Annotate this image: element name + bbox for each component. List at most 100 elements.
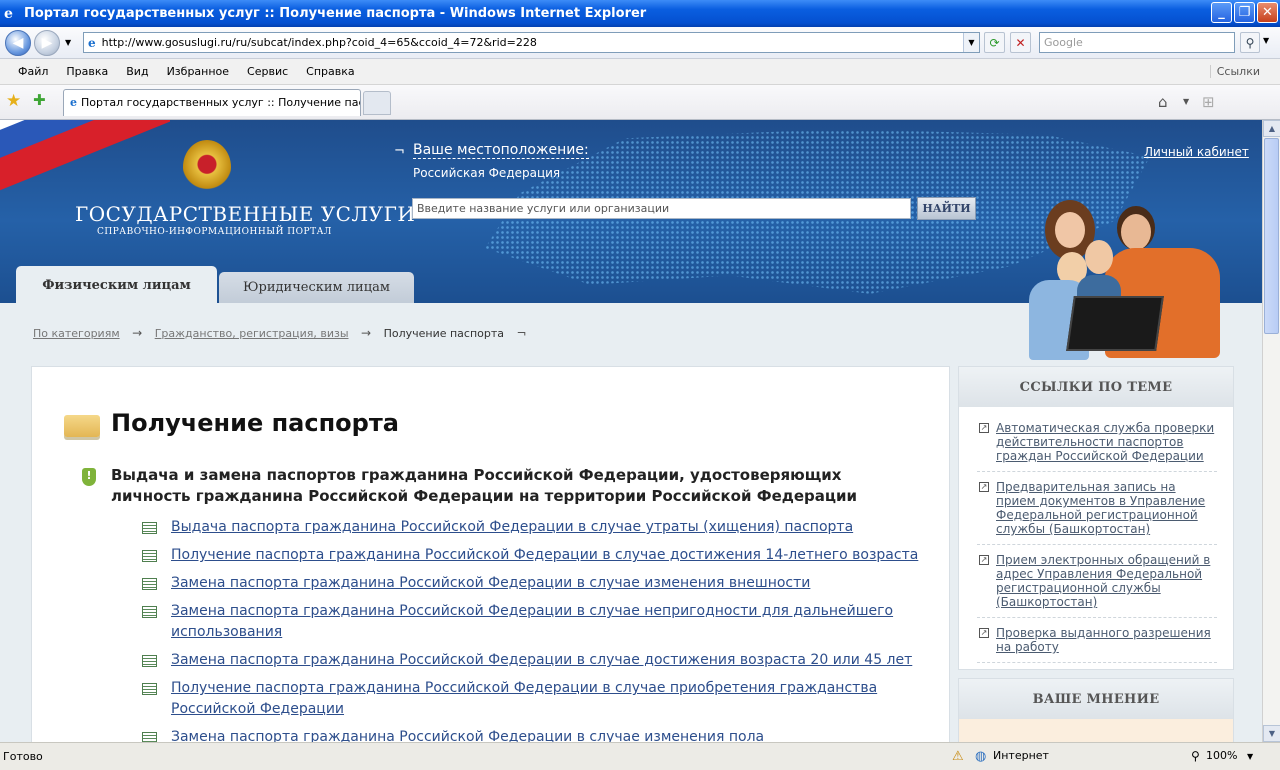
list-item: ↗ Предварительная запись на прием докумен… [977,480,1217,545]
exclamation-icon: ! [82,468,96,486]
ie-logo-icon: e [4,5,13,22]
new-tab-button[interactable] [363,91,391,115]
refresh-button[interactable]: ⟳ [984,32,1005,53]
url-field[interactable]: e http://www.gosuslugi.ru/ru/subcat/inde… [83,32,980,53]
related-link[interactable]: Прием электронных обращений в адрес Упра… [996,553,1210,609]
family-photo [1005,200,1245,366]
forward-button[interactable]: ▶ [34,29,60,56]
favorites-star-icon[interactable]: ★ [6,91,21,111]
personal-cabinet-link[interactable]: Личный кабинет [1144,145,1249,159]
globe-icon: ◍ [975,749,987,764]
document-icon [142,522,157,534]
zoom-level[interactable]: 100% [1206,749,1237,762]
document-icon [142,606,157,618]
list-item: ↗ Проверка выданного разрешения на работу [977,626,1217,663]
opinion-title: ВАШЕ МНЕНИЕ [959,679,1233,719]
arrow-right-icon: → [132,326,143,340]
zoom-dropdown-icon[interactable]: ▼ [1247,752,1253,761]
location-selector[interactable]: Ваше местоположение: [413,142,589,159]
list-item: ↗ Прием электронных обращений в адрес Упр… [977,553,1217,618]
links-toolbar[interactable]: Ссылки [1209,65,1260,78]
menu-file[interactable]: Файл [18,65,48,78]
add-favorite-icon[interactable]: ✚ [33,91,46,109]
related-links-title: ССЫЛКИ ПО ТЕМЕ [959,367,1233,407]
url-dropdown-icon[interactable]: ▼ [963,33,979,52]
scroll-thumb[interactable] [1264,138,1279,334]
search-dropdown-icon[interactable]: ▼ [1263,36,1269,45]
flag-graphic [0,120,170,215]
list-item: Замена паспорта гражданина Российской Фе… [142,727,942,742]
opinion-panel: ВАШЕ МНЕНИЕ [958,678,1234,742]
page-icon: e [70,96,77,109]
breadcrumb-categories[interactable]: По категориям [33,327,120,340]
list-item: Получение паспорта гражданина Российской… [142,545,942,566]
related-link[interactable]: Проверка выданного разрешения на работу [996,626,1211,654]
maximize-button[interactable]: ❐ [1234,2,1255,23]
menu-tools[interactable]: Сервис [247,65,288,78]
section-title: Выдача и замена паспортов гражданина Рос… [111,466,858,505]
menu-help[interactable]: Справка [306,65,354,78]
tab-legal-entities[interactable]: Юридическим лицам [219,272,414,303]
site-search-input[interactable]: Введите название услуги или организации [412,198,911,219]
list-item: Замена паспорта гражданина Российской Фе… [142,573,942,594]
home-icon[interactable]: ⌂ [1158,93,1168,111]
search-input[interactable]: Google [1039,32,1235,53]
main-content: Получение паспорта ! Выдача и замена пас… [31,366,950,742]
status-bar: Готово ⚠ ◍ Интернет ⚲ 100% ▼ [0,742,1280,770]
home-dropdown-icon[interactable]: ▼ [1183,97,1189,106]
related-link[interactable]: Автоматическая служба проверки действите… [996,421,1214,463]
page-icon: e [88,35,96,50]
list-item: Замена паспорта гражданина Российской Фе… [142,650,942,671]
vertical-scrollbar[interactable]: ▲ ▼ [1262,120,1280,742]
service-link[interactable]: Замена паспорта гражданина Российской Фе… [171,575,810,591]
browser-window: e Портал государственных услуг :: Получе… [0,0,1280,770]
scroll-down-icon[interactable]: ▼ [1263,725,1280,742]
document-icon [142,683,157,695]
title-bar: e Портал государственных услуг :: Получе… [0,0,1280,27]
service-link[interactable]: Выдача паспорта гражданина Российской Фе… [171,519,853,535]
corner-arrow-icon: ¬ [394,144,405,159]
corner-arrow-icon: ¬ [516,326,527,340]
back-button[interactable]: ◀ [5,29,31,56]
list-item: ↗ Автоматическая служба проверки действит… [977,421,1217,472]
address-bar: ◀ ▶ ▼ e http://www.gosuslugi.ru/ru/subca… [0,27,1280,59]
minimize-button[interactable]: _ [1211,2,1232,23]
menu-favorites[interactable]: Избранное [167,65,229,78]
scroll-up-icon[interactable]: ▲ [1263,120,1280,137]
feeds-icon[interactable]: ⊞ [1202,93,1215,111]
zoom-icon[interactable]: ⚲ [1191,749,1200,763]
document-icon [142,550,157,562]
menu-edit[interactable]: Правка [66,65,108,78]
service-link[interactable]: Замена паспорта гражданина Российской Фе… [171,603,893,640]
tab-individuals[interactable]: Физическим лицам [16,266,217,303]
menu-view[interactable]: Вид [126,65,148,78]
breadcrumb: По категориям → Гражданство, регистрация… [33,326,536,340]
service-link[interactable]: Получение паспорта гражданина Российской… [171,547,918,563]
tab-bar: ★ ✚ e Портал государственных услуг :: Пол… [0,85,1280,120]
logo-subtitle: СПРАВОЧНО-ИНФОРМАЦИОННЫЙ ПОРТАЛ [97,227,332,237]
page-title: Получение паспорта [111,409,399,437]
tab-gosuslugi[interactable]: e Портал государственных услуг :: Получен… [63,89,361,116]
history-dropdown-icon[interactable]: ▼ [65,38,71,47]
related-link[interactable]: Предварительная запись на прием документ… [996,480,1205,536]
service-link[interactable]: Замена паспорта гражданина Российской Фе… [171,729,764,742]
menu-bar: Файл Правка Вид Избранное Сервис Справка… [0,59,1280,85]
document-icon [142,578,157,590]
window-title: Портал государственных услуг :: Получени… [24,6,647,21]
stop-button[interactable]: ✕ [1010,32,1031,53]
related-links-panel: ССЫЛКИ ПО ТЕМЕ ↗ Автоматическая служба пр… [958,366,1234,670]
external-link-icon: ↗ [979,482,989,492]
coat-of-arms-icon [183,140,231,194]
close-button[interactable]: ✕ [1257,2,1278,23]
zone-label: Интернет [993,749,1049,762]
breadcrumb-citizenship[interactable]: Гражданство, регистрация, визы [155,327,349,340]
document-icon [142,732,157,742]
breadcrumb-current: Получение паспорта [383,327,505,340]
service-link[interactable]: Получение паспорта гражданина Российской… [171,680,877,717]
list-item: Замена паспорта гражданина Российской Фе… [142,601,942,643]
search-icon[interactable]: ⚲ [1240,32,1260,53]
find-button[interactable]: НАЙТИ [917,197,976,220]
document-icon [142,655,157,667]
logo-title[interactable]: ГОСУДАРСТВЕННЫЕ УСЛУГИ [75,202,415,226]
service-link[interactable]: Замена паспорта гражданина Российской Фе… [171,652,912,668]
